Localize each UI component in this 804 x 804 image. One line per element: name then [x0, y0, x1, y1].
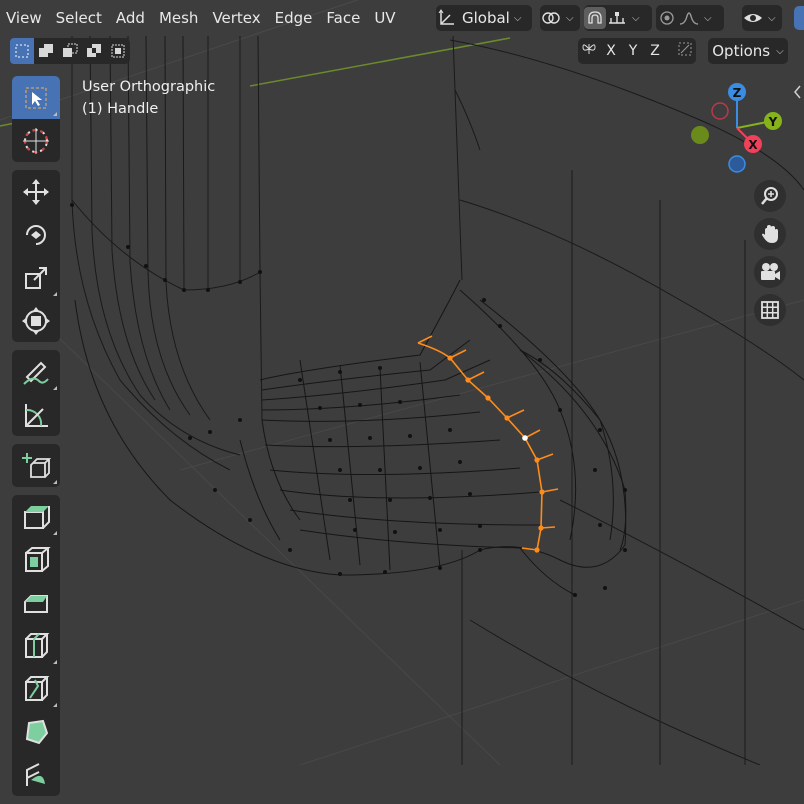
- selection-mode-group: [10, 38, 130, 64]
- chevron-down-icon: ⌵: [776, 45, 784, 57]
- snap-increment-icon[interactable]: [606, 7, 628, 29]
- poly-build-icon[interactable]: [12, 710, 60, 753]
- auto-merge-icon[interactable]: [674, 41, 696, 61]
- select-intersect-icon[interactable]: [106, 38, 130, 64]
- chevron-down-icon: ⌵: [768, 12, 776, 24]
- select-box-icon[interactable]: [12, 76, 60, 119]
- grid-view-icon[interactable]: [754, 294, 786, 326]
- cursor-icon[interactable]: [12, 119, 60, 162]
- snapping-group[interactable]: ⌵: [584, 5, 652, 31]
- select-subtract-icon[interactable]: [58, 38, 82, 64]
- eye-icon: [742, 7, 764, 29]
- chevron-down-icon: ⌵: [513, 12, 522, 24]
- zoom-icon[interactable]: [754, 180, 786, 212]
- x-axis-label: X: [748, 138, 758, 152]
- mirror-axis-group: X Y Z: [578, 38, 696, 64]
- inset-faces-icon[interactable]: [12, 538, 60, 581]
- chevron-down-icon: ⌵: [566, 12, 574, 24]
- pivot-link-icon: [540, 7, 562, 29]
- menu-mesh[interactable]: Mesh: [152, 5, 206, 31]
- chevron-down-icon: ⌵: [632, 12, 640, 24]
- menu-edge[interactable]: Edge: [268, 5, 320, 31]
- object-name-label: (1) Handle: [82, 101, 159, 117]
- rotate-icon[interactable]: [12, 213, 60, 256]
- butterfly-icon: [578, 41, 600, 61]
- view-info-overlay: User Orthographic (1) Handle: [82, 76, 215, 120]
- select-extend-icon[interactable]: [34, 38, 58, 64]
- select-difference-icon[interactable]: [82, 38, 106, 64]
- mirror-z-toggle[interactable]: Z: [644, 43, 666, 59]
- orientation-axes-icon: [436, 7, 458, 29]
- knife-icon[interactable]: [12, 667, 60, 710]
- options-label: Options: [712, 42, 771, 60]
- navigation-gizmo[interactable]: Z Y X: [684, 80, 790, 180]
- add-cube-icon[interactable]: [12, 444, 60, 487]
- measure-icon[interactable]: [12, 393, 60, 436]
- options-dropdown[interactable]: Options ⌵: [708, 38, 788, 64]
- menu-add[interactable]: Add: [109, 5, 152, 31]
- transform-icon[interactable]: [12, 299, 60, 342]
- loop-cut-icon[interactable]: [12, 624, 60, 667]
- camera-view-icon[interactable]: [754, 256, 786, 288]
- orientation-label: Global: [462, 9, 510, 27]
- neg-x-axis-icon[interactable]: [711, 102, 729, 120]
- mirror-x-toggle[interactable]: X: [600, 43, 622, 59]
- extrude-region-icon[interactable]: [12, 495, 60, 538]
- neg-z-axis-icon[interactable]: [728, 155, 746, 173]
- pivot-point-dropdown[interactable]: ⌵: [540, 5, 580, 31]
- mirror-y-toggle[interactable]: Y: [622, 43, 644, 59]
- transform-orientation-dropdown[interactable]: Global ⌵: [436, 5, 532, 31]
- visibility-dropdown[interactable]: ⌵: [742, 5, 782, 31]
- scale-icon[interactable]: [12, 256, 60, 299]
- sidebar-toggle-icon[interactable]: [790, 78, 804, 106]
- bevel-icon[interactable]: [12, 581, 60, 624]
- move-icon[interactable]: [12, 170, 60, 213]
- spin-icon[interactable]: [12, 753, 60, 796]
- z-axis-label: Z: [733, 86, 742, 100]
- menu-view[interactable]: View: [0, 5, 49, 31]
- proportional-editing-group[interactable]: ⌵: [656, 5, 724, 31]
- chevron-down-icon: ⌵: [704, 12, 712, 24]
- menu-uv[interactable]: UV: [367, 5, 402, 31]
- pan-hand-icon[interactable]: [754, 218, 786, 250]
- select-new-icon[interactable]: [10, 38, 34, 64]
- snap-magnet-icon[interactable]: [584, 7, 606, 29]
- menu-vertex[interactable]: Vertex: [205, 5, 267, 31]
- neg-y-axis-icon[interactable]: [691, 126, 709, 144]
- proportional-edit-icon[interactable]: [656, 7, 678, 29]
- falloff-curve-icon[interactable]: [678, 7, 700, 29]
- menu-face[interactable]: Face: [319, 5, 367, 31]
- view-name-label: User Orthographic: [82, 79, 216, 95]
- menu-select[interactable]: Select: [49, 5, 109, 31]
- y-axis-label: Y: [768, 115, 778, 129]
- annotate-icon[interactable]: [12, 350, 60, 393]
- tool-shelf: [12, 76, 60, 804]
- overlay-toggle-edge[interactable]: [794, 6, 804, 30]
